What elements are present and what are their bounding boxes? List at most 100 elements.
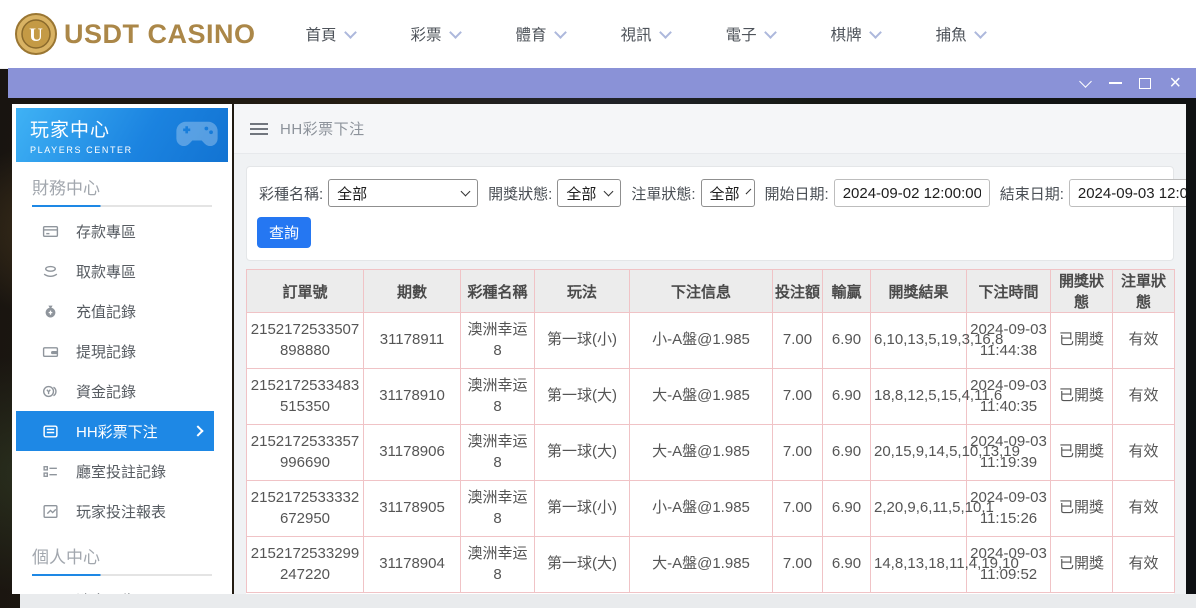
gamepad-icon — [174, 118, 220, 148]
column-header: 下注時間 — [967, 270, 1051, 313]
sidebar-item-messages[interactable]: 消息公告 — [16, 580, 228, 594]
search-button[interactable]: 查詢 — [257, 217, 311, 248]
chevron-down-icon — [659, 26, 672, 39]
select-value: 全部 — [337, 183, 367, 204]
table-cell: 2024-09-03 11:44:38 — [967, 313, 1051, 369]
chevron-down-icon — [869, 26, 882, 39]
table-cell: 澳洲幸运8 — [461, 537, 535, 593]
table-cell: 14,8,13,18,11,4,19,10 — [871, 537, 967, 593]
window-collapse-button[interactable] — [1070, 68, 1100, 98]
select-value: 全部 — [710, 183, 740, 204]
nav-item-4[interactable]: 電子 — [726, 23, 775, 45]
sidebar-item-funds-records[interactable]: 資金記錄 — [16, 371, 228, 411]
sidebar-item-label: 充值記錄 — [76, 301, 136, 322]
brand-logo[interactable]: U USDT CASINO — [14, 12, 256, 56]
sidebar-item-label: 玩家投注報表 — [76, 501, 166, 522]
table-cell: 2024-09-03 11:09:52 — [967, 537, 1051, 593]
sidebar-item-withdraw-area[interactable]: 取款專區 — [16, 251, 228, 291]
close-icon: × — [1169, 73, 1181, 93]
menu-icon[interactable] — [250, 123, 268, 135]
column-header: 玩法 — [535, 270, 630, 313]
table-row: 215217253333267295031178905澳洲幸运8第一球(小)小-… — [247, 481, 1175, 537]
column-header: 開獎結果 — [871, 270, 967, 313]
window-maximize-button[interactable] — [1130, 68, 1160, 98]
table-cell: 已開獎 — [1051, 313, 1113, 369]
window-close-button[interactable]: × — [1160, 68, 1190, 98]
page-title: HH彩票下注 — [280, 118, 365, 139]
nav-item-label: 捕魚 — [936, 23, 967, 45]
svg-text:U: U — [29, 25, 43, 46]
table-cell: 小-A盤@1.985 — [630, 481, 773, 537]
column-header: 訂單號 — [247, 270, 364, 313]
table-cell: 小-A盤@1.985 — [630, 313, 773, 369]
coin-logo-icon: U — [14, 12, 58, 56]
filter-label: 開獎狀態: — [488, 183, 552, 204]
start-date-input[interactable] — [834, 179, 990, 207]
table-cell: 第一球(大) — [535, 425, 630, 481]
draw-status-select[interactable]: 全部 — [557, 179, 621, 207]
nav-item-label: 棋牌 — [831, 23, 862, 45]
nav-item-6[interactable]: 捕魚 — [936, 23, 985, 45]
nav-item-2[interactable]: 體育 — [516, 23, 565, 45]
nav-item-1[interactable]: 彩票 — [411, 23, 460, 45]
order-status-select[interactable]: 全部 — [701, 179, 755, 207]
table-cell: 18,8,12,5,15,4,11,6 — [871, 369, 967, 425]
nav-item-0[interactable]: 首頁 — [306, 23, 355, 45]
table-cell: 澳洲幸运8 — [461, 481, 535, 537]
section-divider — [32, 205, 212, 207]
table-cell: 2152172533507898880 — [247, 313, 364, 369]
brand-name: USDT CASINO — [64, 19, 256, 50]
sidebar-item-recharge-records[interactable]: 充值記錄 — [16, 291, 228, 331]
table-cell: 大-A盤@1.985 — [630, 425, 773, 481]
select-value: 全部 — [566, 183, 596, 204]
filter-label: 彩種名稱: — [259, 183, 323, 204]
sidebar-section-header: 個人中心 — [32, 543, 228, 568]
sidebar-item-deposit-area[interactable]: 存款專區 — [16, 211, 228, 251]
nav-item-label: 首頁 — [306, 23, 337, 45]
column-header: 投注額 — [773, 270, 823, 313]
table-cell: 31178904 — [364, 537, 461, 593]
button-row: 查詢 — [257, 217, 1163, 248]
table-cell: 31178910 — [364, 369, 461, 425]
table-cell: 已開獎 — [1051, 369, 1113, 425]
table-cell: 已開獎 — [1051, 537, 1113, 593]
page-header: HH彩票下注 — [234, 104, 1186, 154]
window-titlebar: × — [8, 68, 1196, 98]
table-cell: 第一球(小) — [535, 481, 630, 537]
sidebar-item-withdraw-records[interactable]: 提現記錄 — [16, 331, 228, 371]
chevron-down-icon — [449, 26, 462, 39]
lottery-name-select[interactable]: 全部 — [328, 179, 478, 207]
window-minimize-button[interactable] — [1100, 68, 1130, 98]
sidebar-item-label: 消息公告 — [76, 590, 136, 595]
table-cell: 澳洲幸运8 — [461, 425, 535, 481]
section-divider — [32, 574, 212, 576]
table-cell: 已開獎 — [1051, 481, 1113, 537]
table-cell: 7.00 — [773, 537, 823, 593]
table-cell: 7.00 — [773, 425, 823, 481]
sidebar-menu: 財務中心存款專區取款專區充值記錄提現記錄資金記錄HH彩票下注廳室投註記錄玩家投注… — [16, 174, 228, 594]
sidebar-item-hall-bet-records[interactable]: 廳室投註記錄 — [16, 451, 228, 491]
table-cell: 有效 — [1113, 369, 1175, 425]
chevron-right-icon — [192, 425, 203, 436]
window-bottom-strip — [20, 594, 1196, 608]
nav-item-3[interactable]: 視訊 — [621, 23, 670, 45]
table-cell: 大-A盤@1.985 — [630, 537, 773, 593]
nav-item-5[interactable]: 棋牌 — [831, 23, 880, 45]
table-cell: 7.00 — [773, 369, 823, 425]
hand-money-icon — [42, 263, 59, 280]
moneybag-icon — [42, 303, 59, 320]
maximize-icon — [1139, 78, 1151, 89]
column-header: 期數 — [364, 270, 461, 313]
filter-row: 彩種名稱:全部開獎狀態:全部注單狀態:全部開始日期:結束日期: — [257, 179, 1163, 207]
sidebar-item-hh-lottery-bets[interactable]: HH彩票下注 — [16, 411, 214, 451]
chevron-down-icon — [461, 187, 471, 197]
table-cell: 第一球(大) — [535, 369, 630, 425]
table-cell: 31178911 — [364, 313, 461, 369]
end-date-input[interactable] — [1069, 179, 1186, 207]
sidebar-item-player-bet-report[interactable]: 玩家投注報表 — [16, 491, 228, 531]
table-body: 215217253350789888031178911澳洲幸运8第一球(小)小-… — [247, 313, 1175, 593]
table-cell: 31178906 — [364, 425, 461, 481]
table-cell: 澳洲幸运8 — [461, 313, 535, 369]
table-cell: 已開獎 — [1051, 425, 1113, 481]
table-cell: 6.90 — [823, 369, 871, 425]
